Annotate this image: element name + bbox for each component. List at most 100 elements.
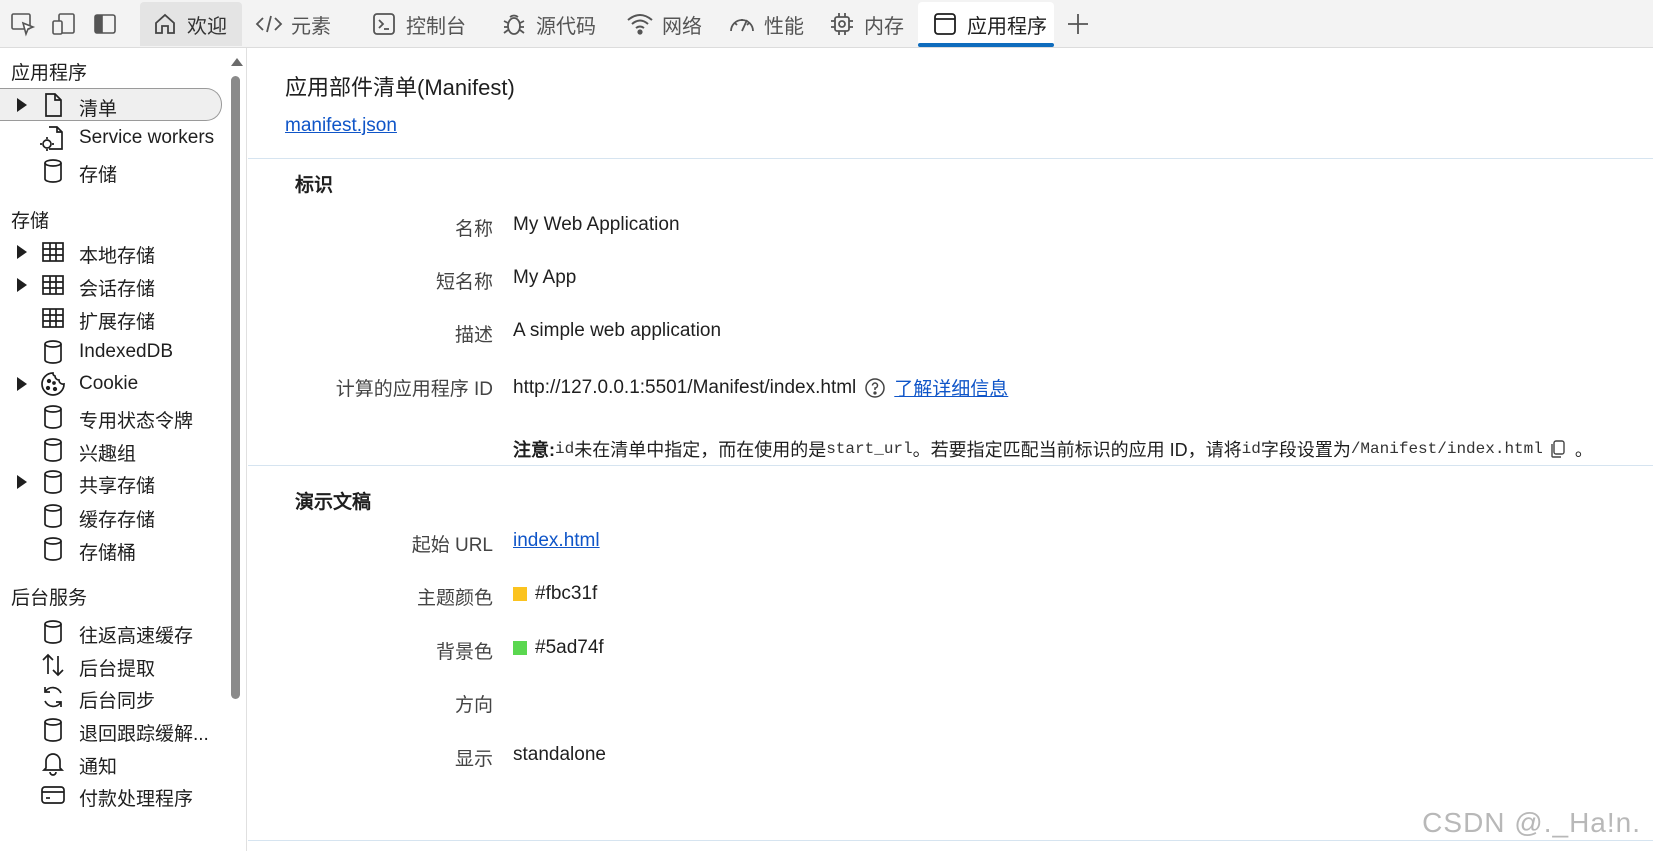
tab-memory[interactable]: 内存 xyxy=(828,2,918,46)
cookie-icon xyxy=(41,372,65,396)
sidebar-item-cookie[interactable]: Cookie xyxy=(0,368,222,401)
toggle-sidebar-icon[interactable] xyxy=(91,10,119,38)
expand-arrow-icon[interactable] xyxy=(16,244,28,260)
manifest-panel: 应用部件清单(Manifest) manifest.json 标识 名称 My … xyxy=(248,48,1653,851)
table-grid-icon xyxy=(42,308,64,328)
sidebar-item-interest-groups[interactable]: 兴趣组 xyxy=(0,434,222,467)
short-name-value: My App xyxy=(513,267,577,288)
tab-console[interactable]: 控制台 xyxy=(370,2,485,46)
name-label: 名称 xyxy=(454,219,493,240)
sidebar-item-local-storage[interactable]: 本地存储 xyxy=(0,236,222,269)
start-url-label: 起始 URL xyxy=(411,535,493,556)
sidebar-item-private-state-tokens[interactable]: 专用状态令牌 xyxy=(0,401,222,434)
note-text: 未在清单中指定，而在使用的是 xyxy=(574,440,827,460)
tab-network[interactable]: 网络 xyxy=(626,2,716,46)
help-circle-icon[interactable] xyxy=(864,377,886,399)
sidebar-item-indexeddb[interactable]: IndexedDB xyxy=(0,336,222,369)
sidebar-item-payment-handler[interactable]: 付款处理程序 xyxy=(0,779,222,812)
expand-arrow-icon[interactable] xyxy=(16,474,28,490)
sidebar-heading-application: 应用程序 xyxy=(11,63,88,84)
sidebar-item-label: 专用状态令牌 xyxy=(79,411,194,432)
sidebar-item-service-workers[interactable]: Service workers xyxy=(0,122,222,155)
note-code-start-url: start_url xyxy=(826,440,913,458)
sidebar-item-manifest[interactable]: 清单 xyxy=(0,88,222,121)
manifest-json-link[interactable]: manifest.json xyxy=(285,115,397,137)
note-code-id: id xyxy=(1241,440,1261,458)
sidebar-item-session-storage[interactable]: 会话存储 xyxy=(0,269,222,302)
computed-app-id-label: 计算的应用程序 ID xyxy=(335,379,493,400)
section-divider xyxy=(248,465,1653,466)
database-icon xyxy=(44,537,62,561)
tab-performance-label: 性能 xyxy=(764,15,804,38)
copy-icon[interactable] xyxy=(1549,439,1567,459)
sidebar-item-app-storage[interactable]: 存储 xyxy=(0,155,222,188)
expand-arrow-icon[interactable] xyxy=(16,376,28,392)
start-url-link[interactable]: index.html xyxy=(513,530,600,552)
expand-arrow-icon[interactable] xyxy=(16,277,28,293)
sidebar-item-label: 存储桶 xyxy=(79,543,137,564)
sync-icon xyxy=(44,686,62,708)
section-divider xyxy=(248,158,1653,159)
sidebar-item-background-sync[interactable]: 后台同步 xyxy=(0,681,222,714)
sidebar-item-shared-storage[interactable]: 共享存储 xyxy=(0,466,222,499)
tab-elements[interactable]: 元素 xyxy=(255,2,353,46)
sidebar-item-label: 付款处理程序 xyxy=(79,789,194,810)
sidebar-item-notifications[interactable]: 通知 xyxy=(0,747,222,780)
sidebar-item-background-fetch[interactable]: 后台提取 xyxy=(0,649,222,682)
sidebar-item-bfcache[interactable]: 往返高速缓存 xyxy=(0,616,222,649)
chip-icon xyxy=(828,10,856,38)
database-icon xyxy=(44,470,62,494)
bell-icon xyxy=(41,753,65,776)
document-icon xyxy=(45,93,62,117)
learn-more-link[interactable]: 了解详细信息 xyxy=(894,374,1008,401)
devtools-toolbar: 欢迎 元素 控制台 源代码 网络 性能 内存 应用程序 xyxy=(0,0,1653,48)
computed-app-id-value: http://127.0.0.1:5501/Manifest/index.htm… xyxy=(513,376,857,398)
sidebar-item-extension-storage[interactable]: 扩展存储 xyxy=(0,302,222,335)
tab-network-label: 网络 xyxy=(662,15,702,38)
sidebar-item-label: 往返高速缓存 xyxy=(79,626,194,647)
sidebar-item-label: 缓存存储 xyxy=(79,510,156,531)
add-tab-icon[interactable] xyxy=(1064,10,1092,38)
note-code-path: /Manifest/index.html xyxy=(1350,440,1543,458)
sidebar-item-cache-storage[interactable]: 缓存存储 xyxy=(0,500,222,533)
tab-welcome[interactable]: 欢迎 xyxy=(140,2,242,46)
sidebar-item-label: 会话存储 xyxy=(79,279,156,300)
sidebar-item-label: Cookie xyxy=(79,373,139,394)
scroll-up-arrow-icon[interactable] xyxy=(231,58,243,66)
tab-console-label: 控制台 xyxy=(406,15,466,38)
sidebar-scrollbar[interactable] xyxy=(229,56,243,851)
home-icon xyxy=(151,10,179,38)
tab-sources[interactable]: 源代码 xyxy=(500,2,618,46)
device-emulation-icon[interactable] xyxy=(50,10,78,38)
theme-color-value: #fbc31f xyxy=(535,583,598,604)
tab-application-label: 应用程序 xyxy=(967,15,1047,38)
database-icon xyxy=(44,504,62,528)
background-color-label: 背景色 xyxy=(435,642,493,663)
sidebar-item-storage-buckets[interactable]: 存储桶 xyxy=(0,533,222,566)
sidebar-item-label: 后台同步 xyxy=(79,691,156,712)
sidebar-item-label: 本地存储 xyxy=(79,246,156,267)
note-text: 。若要指定匹配当前标识的应用 ID，请将 xyxy=(912,440,1242,460)
page-title: 应用部件清单(Manifest) xyxy=(285,75,515,100)
start-url-row: index.html xyxy=(513,530,600,552)
code-tag-icon xyxy=(255,10,283,38)
application-window-icon xyxy=(931,10,959,38)
scrollbar-thumb[interactable] xyxy=(231,76,240,699)
database-icon xyxy=(44,438,62,462)
database-icon xyxy=(44,718,62,742)
sidebar-item-label: 扩展存储 xyxy=(79,312,156,333)
tab-sources-label: 源代码 xyxy=(536,15,596,38)
sidebar-item-label: 存储 xyxy=(79,165,118,186)
theme-color-label: 主题颜色 xyxy=(416,588,493,609)
tab-application[interactable]: 应用程序 xyxy=(918,2,1054,47)
sidebar-item-label: 共享存储 xyxy=(79,476,156,497)
sidebar-item-bounce-tracking[interactable]: 退回跟踪缓解... xyxy=(0,714,222,747)
background-color-row: #5ad74f xyxy=(513,637,604,659)
expand-arrow-icon[interactable] xyxy=(16,97,28,113)
database-icon xyxy=(44,159,62,183)
short-name-label: 短名称 xyxy=(435,272,493,293)
tab-performance[interactable]: 性能 xyxy=(728,2,818,46)
tab-welcome-label: 欢迎 xyxy=(187,15,227,38)
inspect-element-icon[interactable] xyxy=(9,10,37,38)
sidebar-heading-background-services: 后台服务 xyxy=(11,588,88,609)
